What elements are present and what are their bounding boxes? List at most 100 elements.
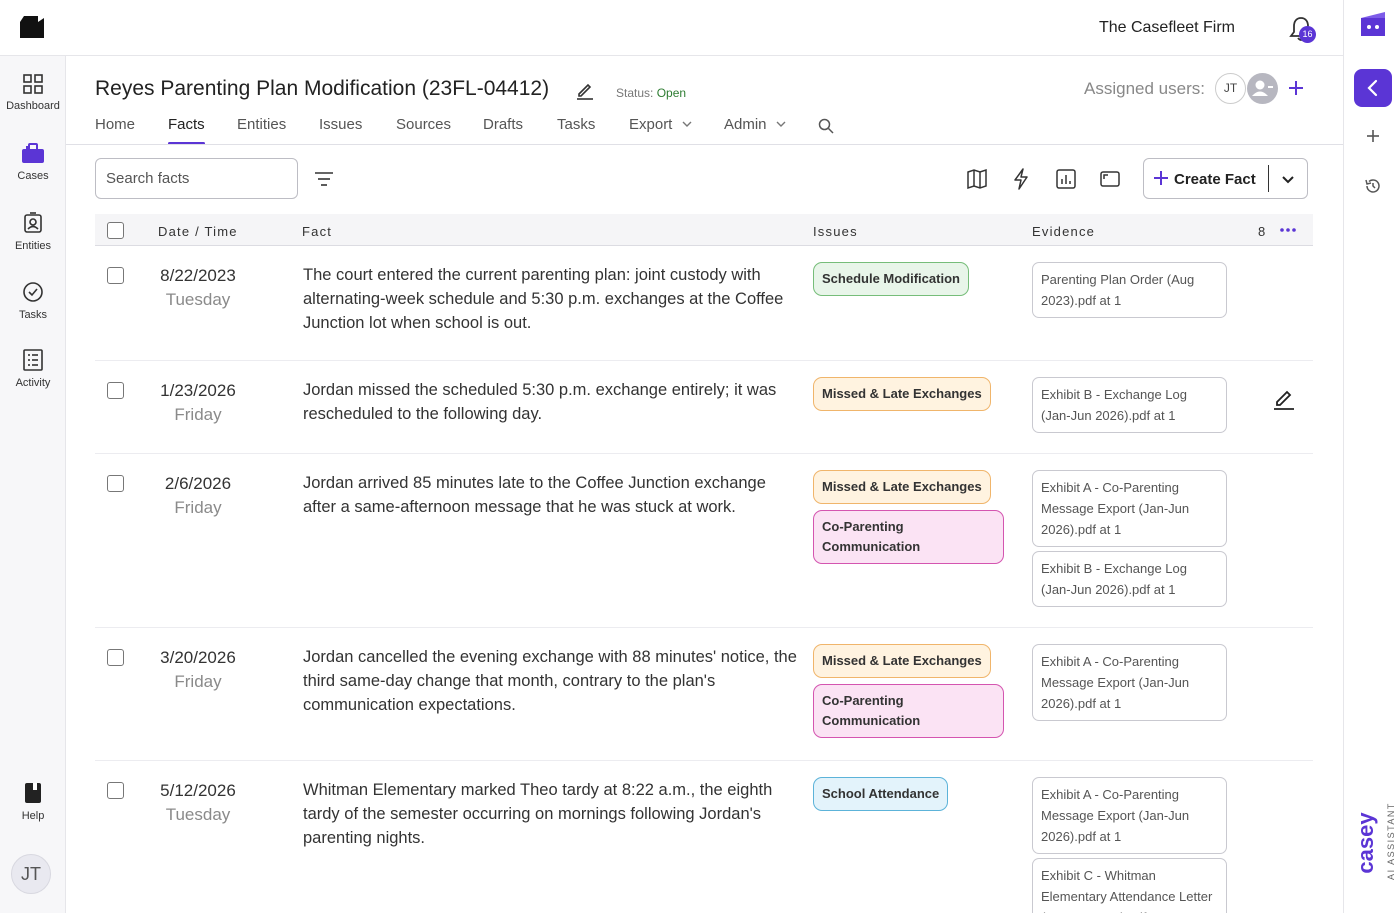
history-icon[interactable]	[1364, 177, 1382, 195]
chart-icon[interactable]	[1055, 168, 1077, 190]
table-row[interactable]: 8/22/2023 Tuesday The court entered the …	[95, 247, 1313, 361]
add-user-plus-icon[interactable]	[1286, 78, 1306, 98]
collapse-assistant-button[interactable]	[1354, 69, 1392, 107]
tab-sources[interactable]: Sources	[396, 116, 451, 133]
nav-item-activity[interactable]: Activity	[0, 349, 66, 389]
row-day: Tuesday	[165, 805, 231, 824]
row-date: 2/6/2026	[164, 474, 232, 493]
row-date: 3/20/2026	[160, 648, 236, 667]
tabs-divider	[66, 144, 1343, 145]
header-count: 8	[1258, 224, 1267, 239]
issue-tag[interactable]: Missed & Late Exchanges	[813, 377, 991, 411]
nav-item-cases[interactable]: Cases	[0, 142, 66, 182]
row-fact[interactable]: Jordan arrived 85 minutes late to the Co…	[303, 471, 798, 519]
assistant-rail: casey AI ASSISTANT	[1343, 0, 1400, 913]
tab-facts[interactable]: Facts	[168, 116, 205, 133]
nav-label-dashboard: Dashboard	[6, 100, 60, 112]
nav-item-help[interactable]: Help	[0, 782, 66, 822]
nav-item-dashboard[interactable]: Dashboard	[0, 74, 66, 112]
select-all-checkbox[interactable]	[107, 222, 124, 239]
chevron-down-icon	[682, 121, 692, 127]
row-checkbox[interactable]	[107, 267, 124, 284]
evidence-link[interactable]: Exhibit C - Whitman Elementary Attendanc…	[1032, 858, 1227, 913]
table-row[interactable]: 2/6/2026 Friday Jordan arrived 85 minute…	[95, 454, 1313, 628]
header-fact[interactable]: Fact	[302, 224, 332, 239]
expand-frame-icon[interactable]	[1099, 168, 1121, 190]
top-bar: The Casefleet Firm 16	[0, 0, 1343, 56]
row-fact[interactable]: Jordan cancelled the evening exchange wi…	[303, 645, 798, 717]
tab-admin[interactable]: Admin	[724, 116, 787, 133]
row-date: 8/22/2023	[160, 266, 236, 285]
table-row[interactable]: 1/23/2026 Friday Jordan missed the sched…	[95, 361, 1313, 454]
chevron-down-icon[interactable]	[1279, 170, 1297, 188]
issue-tag[interactable]: School Attendance	[813, 777, 949, 811]
table-row[interactable]: 5/12/2026 Tuesday Whitman Elementary mar…	[95, 761, 1313, 913]
evidence-link[interactable]: Exhibit A - Co-Parenting Message Export …	[1032, 470, 1227, 547]
evidence-link[interactable]: Exhibit A - Co-Parenting Message Export …	[1032, 777, 1227, 854]
header-evidence[interactable]: Evidence	[1032, 224, 1095, 239]
row-fact[interactable]: Jordan missed the scheduled 5:30 p.m. ex…	[303, 378, 798, 426]
status-value: Open	[656, 86, 687, 100]
row-checkbox[interactable]	[107, 782, 124, 799]
assistant-bot-icon[interactable]	[1358, 10, 1388, 40]
nav-item-tasks[interactable]: Tasks	[0, 281, 66, 321]
tab-home[interactable]: Home	[95, 116, 135, 133]
assigned-user-avatar[interactable]: JT	[1215, 73, 1246, 104]
issue-tag[interactable]: Missed & Late Exchanges	[813, 470, 991, 504]
issue-tag[interactable]: Co-Parenting Communication	[813, 684, 1004, 738]
filter-icon[interactable]	[313, 168, 335, 190]
search-facts-input[interactable]	[95, 158, 298, 199]
nav-item-entities[interactable]: Entities	[0, 212, 66, 252]
row-fact[interactable]: The court entered the current parenting …	[303, 263, 798, 335]
casefleet-logo-icon[interactable]	[18, 16, 46, 42]
row-date: 1/23/2026	[160, 381, 236, 400]
tab-export-label: Export	[629, 116, 673, 133]
row-checkbox[interactable]	[107, 475, 124, 492]
table-row[interactable]: 3/20/2026 Friday Jordan cancelled the ev…	[95, 628, 1313, 761]
person-icon	[1252, 80, 1273, 96]
issue-tag[interactable]: Schedule Modification	[813, 262, 969, 296]
row-day: Tuesday	[165, 290, 231, 309]
lightning-icon[interactable]	[1010, 168, 1032, 190]
create-fact-button[interactable]: Create Fact	[1143, 158, 1308, 199]
row-day: Friday	[174, 498, 222, 517]
nav-label-activity: Activity	[15, 377, 51, 389]
tab-drafts[interactable]: Drafts	[483, 116, 523, 133]
evidence-link[interactable]: Exhibit B - Exchange Log (Jan-Jun 2026).…	[1032, 551, 1227, 607]
tab-export[interactable]: Export	[629, 116, 693, 133]
casey-assistant-brand[interactable]: casey AI ASSISTANT	[1352, 790, 1396, 900]
user-avatar[interactable]: JT	[11, 854, 51, 894]
grid-icon	[23, 74, 43, 94]
row-checkbox[interactable]	[107, 382, 124, 399]
evidence-link[interactable]: Parenting Plan Order (Aug 2023).pdf at 1	[1032, 262, 1227, 318]
map-icon[interactable]	[966, 168, 988, 190]
header-issues[interactable]: Issues	[813, 224, 858, 239]
header-date[interactable]: Date / Time	[158, 224, 238, 239]
tab-entities[interactable]: Entities	[237, 116, 286, 133]
issue-tag[interactable]: Missed & Late Exchanges	[813, 644, 991, 678]
row-checkbox[interactable]	[107, 649, 124, 666]
create-fact-label: Create Fact	[1174, 171, 1256, 188]
tab-tasks[interactable]: Tasks	[557, 116, 595, 133]
nav-label-entities: Entities	[14, 240, 52, 252]
nav-label-help: Help	[21, 810, 45, 822]
new-chat-plus-icon[interactable]	[1364, 127, 1382, 145]
plus-icon	[1154, 171, 1168, 185]
tab-issues[interactable]: Issues	[319, 116, 362, 133]
more-options-icon[interactable]	[1279, 227, 1297, 233]
evidence-link[interactable]: Exhibit A - Co-Parenting Message Export …	[1032, 644, 1227, 721]
nav-label-cases: Cases	[17, 170, 49, 182]
search-icon[interactable]	[818, 118, 834, 134]
briefcase-icon	[22, 143, 44, 163]
edit-row-pencil-icon[interactable]	[1272, 386, 1296, 410]
evidence-link[interactable]: Exhibit B - Exchange Log (Jan-Jun 2026).…	[1032, 377, 1227, 433]
facts-table-header: Date / Time Fact Issues Evidence 8	[95, 214, 1313, 246]
edit-title-pencil-icon[interactable]	[575, 80, 595, 100]
issue-tag[interactable]: Co-Parenting Communication	[813, 510, 1004, 564]
assigned-users-label: Assigned users:	[1084, 79, 1205, 98]
casey-wordmark: casey	[1353, 812, 1378, 874]
row-day: Friday	[174, 405, 222, 424]
row-fact[interactable]: Whitman Elementary marked Theo tardy at …	[303, 778, 798, 850]
assigned-user-placeholder-avatar[interactable]	[1247, 73, 1278, 104]
contact-card-icon	[24, 212, 42, 233]
